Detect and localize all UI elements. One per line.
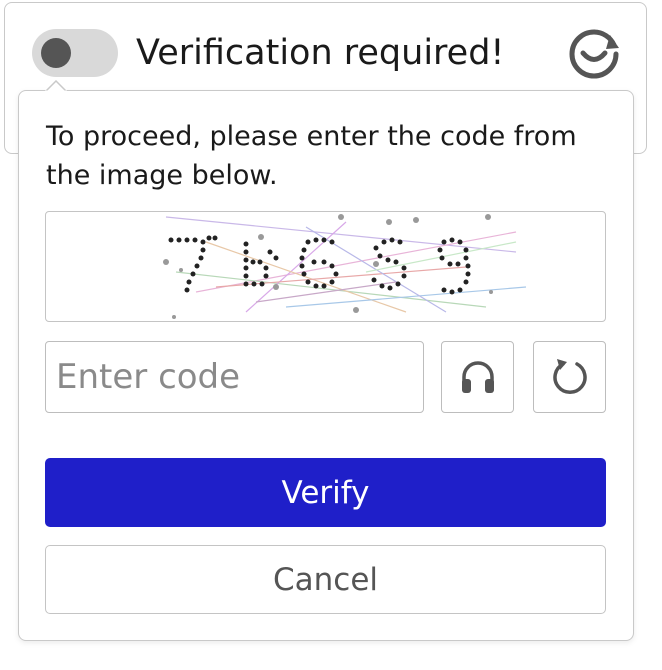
verification-title: Verification required!: [136, 33, 505, 73]
captcha-code-input[interactable]: [45, 341, 424, 413]
captcha-image: [45, 211, 606, 322]
popup-pointer: [45, 80, 67, 92]
toggle-knob: [41, 38, 71, 68]
captcha-instructions: To proceed, please enter the code from t…: [46, 121, 577, 191]
captcha-refresh-logo-icon: [569, 29, 619, 79]
verify-button[interactable]: Verify: [45, 458, 606, 527]
reload-captcha-button[interactable]: [533, 341, 606, 413]
cancel-button[interactable]: Cancel: [45, 545, 606, 614]
reload-icon: [552, 359, 587, 394]
verification-toggle[interactable]: [32, 29, 118, 77]
audio-challenge-button[interactable]: [441, 341, 514, 413]
headphones-icon: [461, 361, 494, 393]
